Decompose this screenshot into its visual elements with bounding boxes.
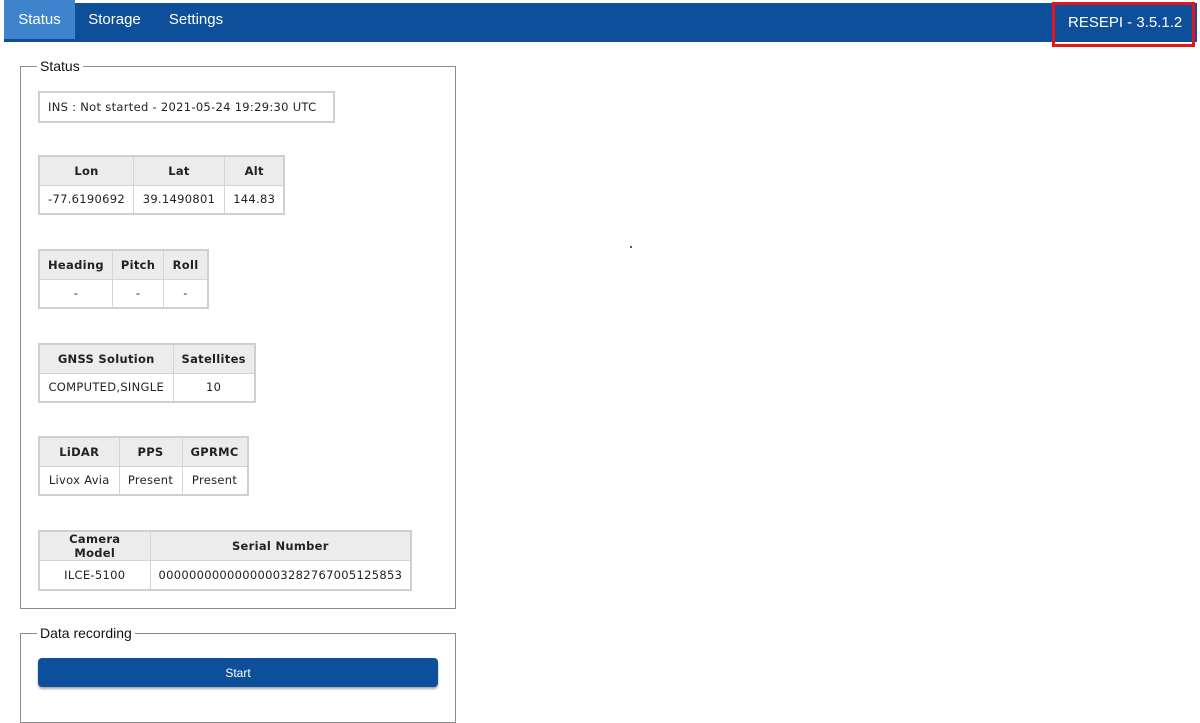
value-satellites: 10 <box>172 372 256 403</box>
status-panel: Status <box>20 58 456 609</box>
value-alt: 144.83 <box>223 184 285 215</box>
header-camera-model: Camera Model <box>38 530 151 561</box>
value-lon: -77.6190692 <box>38 184 134 215</box>
value-pitch: - <box>111 278 165 309</box>
value-gnss-solution: COMPUTED,SINGLE <box>38 372 174 403</box>
header-lidar: LiDAR <box>38 436 120 467</box>
value-lat: 39.1490801 <box>132 184 225 215</box>
value-lidar: Livox Avia <box>38 465 120 496</box>
start-recording-button[interactable]: Start <box>38 658 438 687</box>
value-roll: - <box>163 278 209 309</box>
value-camera-model: ILCE-5100 <box>38 560 151 590</box>
value-serial-number: 00000000000000003282767005125853 <box>149 560 412 590</box>
header-gprmc: GPRMC <box>181 436 249 467</box>
tab-status[interactable]: Status <box>4 0 75 39</box>
data-recording-legend: Data recording <box>37 625 135 641</box>
header-gnss-solution: GNSS Solution <box>38 343 174 374</box>
value-heading: - <box>38 278 113 309</box>
header-lat: Lat <box>132 155 225 186</box>
position-table: Lon Lat Alt -77.6190692 39.1490801 144.8… <box>38 155 286 215</box>
header-heading: Heading <box>38 249 113 280</box>
tab-settings[interactable]: Settings <box>154 0 238 39</box>
camera-table: Camera Model Serial Number ILCE-5100 000… <box>38 530 413 591</box>
stray-dot <box>630 246 632 248</box>
attitude-table: Heading Pitch Roll - - - <box>38 249 209 309</box>
header-roll: Roll <box>163 249 209 280</box>
gnss-table: GNSS Solution Satellites COMPUTED,SINGLE… <box>38 343 256 403</box>
status-panel-legend: Status <box>37 58 83 74</box>
header-lon: Lon <box>38 155 134 186</box>
version-highlight-box <box>1052 2 1195 47</box>
header-alt: Alt <box>223 155 285 186</box>
header-satellites: Satellites <box>172 343 256 374</box>
header-pitch: Pitch <box>111 249 165 280</box>
header-pps: PPS <box>118 436 183 467</box>
ins-status: INS : Not started - 2021-05-24 19:29:30 … <box>38 91 335 123</box>
tab-storage[interactable]: Storage <box>75 0 154 39</box>
value-gprmc: Present <box>181 465 249 496</box>
header-serial-number: Serial Number <box>149 530 412 561</box>
value-pps: Present <box>118 465 183 496</box>
sensors-table: LiDAR PPS GPRMC Livox Avia Present Prese… <box>38 436 249 496</box>
